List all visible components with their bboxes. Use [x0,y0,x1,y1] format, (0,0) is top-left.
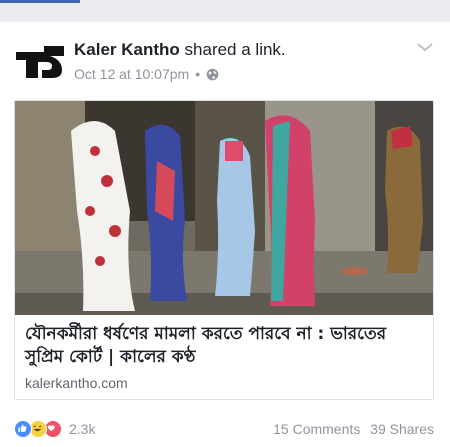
link-preview-card[interactable]: যৌনকর্মীরা ধর্ষণের মামলা করতে পারবে না :… [14,100,434,400]
comments-count[interactable]: 15 Comments [273,421,360,437]
meta-separator: • [195,66,201,82]
feed-top-strip [0,0,450,22]
kaler-kantho-logo[interactable] [14,42,66,80]
like-icon [14,420,32,438]
shares-count[interactable]: 39 Shares [370,421,434,437]
post-timestamp[interactable]: Oct 12 at 10:07pm [74,66,189,82]
feed-post: Kaler Kantho shared a link. Oct 12 at 10… [0,22,450,447]
chevron-down-icon[interactable] [416,40,434,54]
link-preview-image[interactable] [15,101,434,315]
reaction-count: 2.3k [69,421,96,437]
link-domain: kalerkantho.com [25,375,128,391]
globe-icon[interactable] [206,68,219,81]
share-action-text: shared a link. [184,40,286,59]
reactions-summary[interactable]: 2.3k [14,420,95,438]
link-title[interactable]: যৌনকর্মীরা ধর্ষণের মামলা করতে পারবে না :… [25,323,429,369]
engagement-counts: 15 Comments 39 Shares [273,421,434,437]
active-tab-indicator [0,0,80,3]
post-header: Kaler Kantho shared a link. Oct 12 at 10… [14,38,434,90]
author-name[interactable]: Kaler Kantho [74,40,180,59]
engagement-bar: 2.3k 15 Comments 39 Shares [14,420,434,440]
post-meta: Oct 12 at 10:07pm • [74,66,219,82]
post-author-line: Kaler Kantho shared a link. [74,40,286,60]
